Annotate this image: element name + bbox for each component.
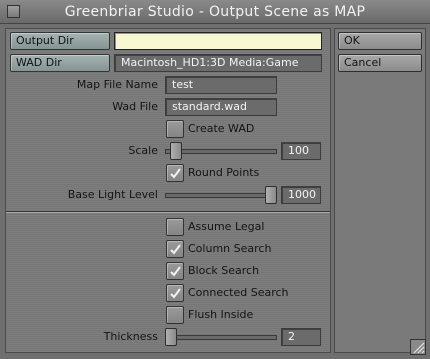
option-label: Block Search	[188, 264, 260, 277]
thickness-slider-thumb[interactable]	[165, 328, 177, 346]
ok-button[interactable]: OK	[338, 32, 422, 50]
scale-label: Scale	[128, 144, 158, 157]
wad-file-field[interactable]: standard.wad	[165, 98, 277, 116]
option-checkbox[interactable]	[166, 218, 184, 236]
section-divider	[6, 211, 330, 213]
action-panel: OK Cancel	[334, 28, 426, 353]
thickness-value-field[interactable]: 2	[281, 328, 321, 346]
map-file-name-field[interactable]: test	[165, 76, 277, 94]
cancel-button[interactable]: Cancel	[338, 54, 422, 72]
round-points-checkbox[interactable]	[166, 164, 184, 182]
checkmark-icon	[170, 266, 181, 277]
option-label: Connected Search	[188, 286, 289, 299]
option-checkbox[interactable]	[166, 306, 184, 324]
option-label: Flush Inside	[188, 308, 254, 321]
checkmark-icon	[170, 244, 181, 255]
main-panel: Output Dir WAD Dir Macintosh_HD1:3D Medi…	[5, 28, 331, 353]
option-checkbox[interactable]	[166, 240, 184, 258]
base-light-slider-track[interactable]	[165, 193, 277, 198]
base-light-level-label: Base Light Level	[67, 188, 158, 201]
option-checkbox[interactable]	[166, 284, 184, 302]
round-points-label: Round Points	[188, 166, 260, 179]
checkmark-icon	[170, 288, 181, 299]
output-dir-button[interactable]: Output Dir	[10, 32, 110, 50]
thickness-slider-track[interactable]	[165, 335, 277, 340]
create-wad-label: Create WAD	[188, 122, 255, 135]
wad-dir-field[interactable]: Macintosh_HD1:3D Media:Game	[114, 54, 322, 72]
window-title: Greenbriar Studio - Output Scene as MAP	[64, 4, 366, 20]
scale-slider-thumb[interactable]	[170, 142, 182, 160]
option-checkbox[interactable]	[166, 262, 184, 280]
title-bar[interactable]: Greenbriar Studio - Output Scene as MAP	[0, 0, 430, 24]
create-wad-checkbox[interactable]	[166, 120, 184, 138]
thickness-label: Thickness	[103, 330, 158, 343]
resize-grip-icon[interactable]	[410, 339, 426, 355]
base-light-value-field[interactable]: 1000	[281, 186, 321, 204]
scale-value-field[interactable]: 100	[281, 142, 321, 160]
map-file-name-label: Map File Name	[76, 78, 158, 91]
wad-dir-button[interactable]: WAD Dir	[10, 54, 110, 72]
output-dir-field[interactable]	[114, 32, 322, 50]
wad-file-label: Wad File	[112, 100, 158, 113]
base-light-slider-thumb[interactable]	[265, 186, 277, 204]
option-label: Assume Legal	[188, 220, 265, 233]
checkmark-icon	[170, 168, 181, 179]
option-label: Column Search	[188, 242, 272, 255]
